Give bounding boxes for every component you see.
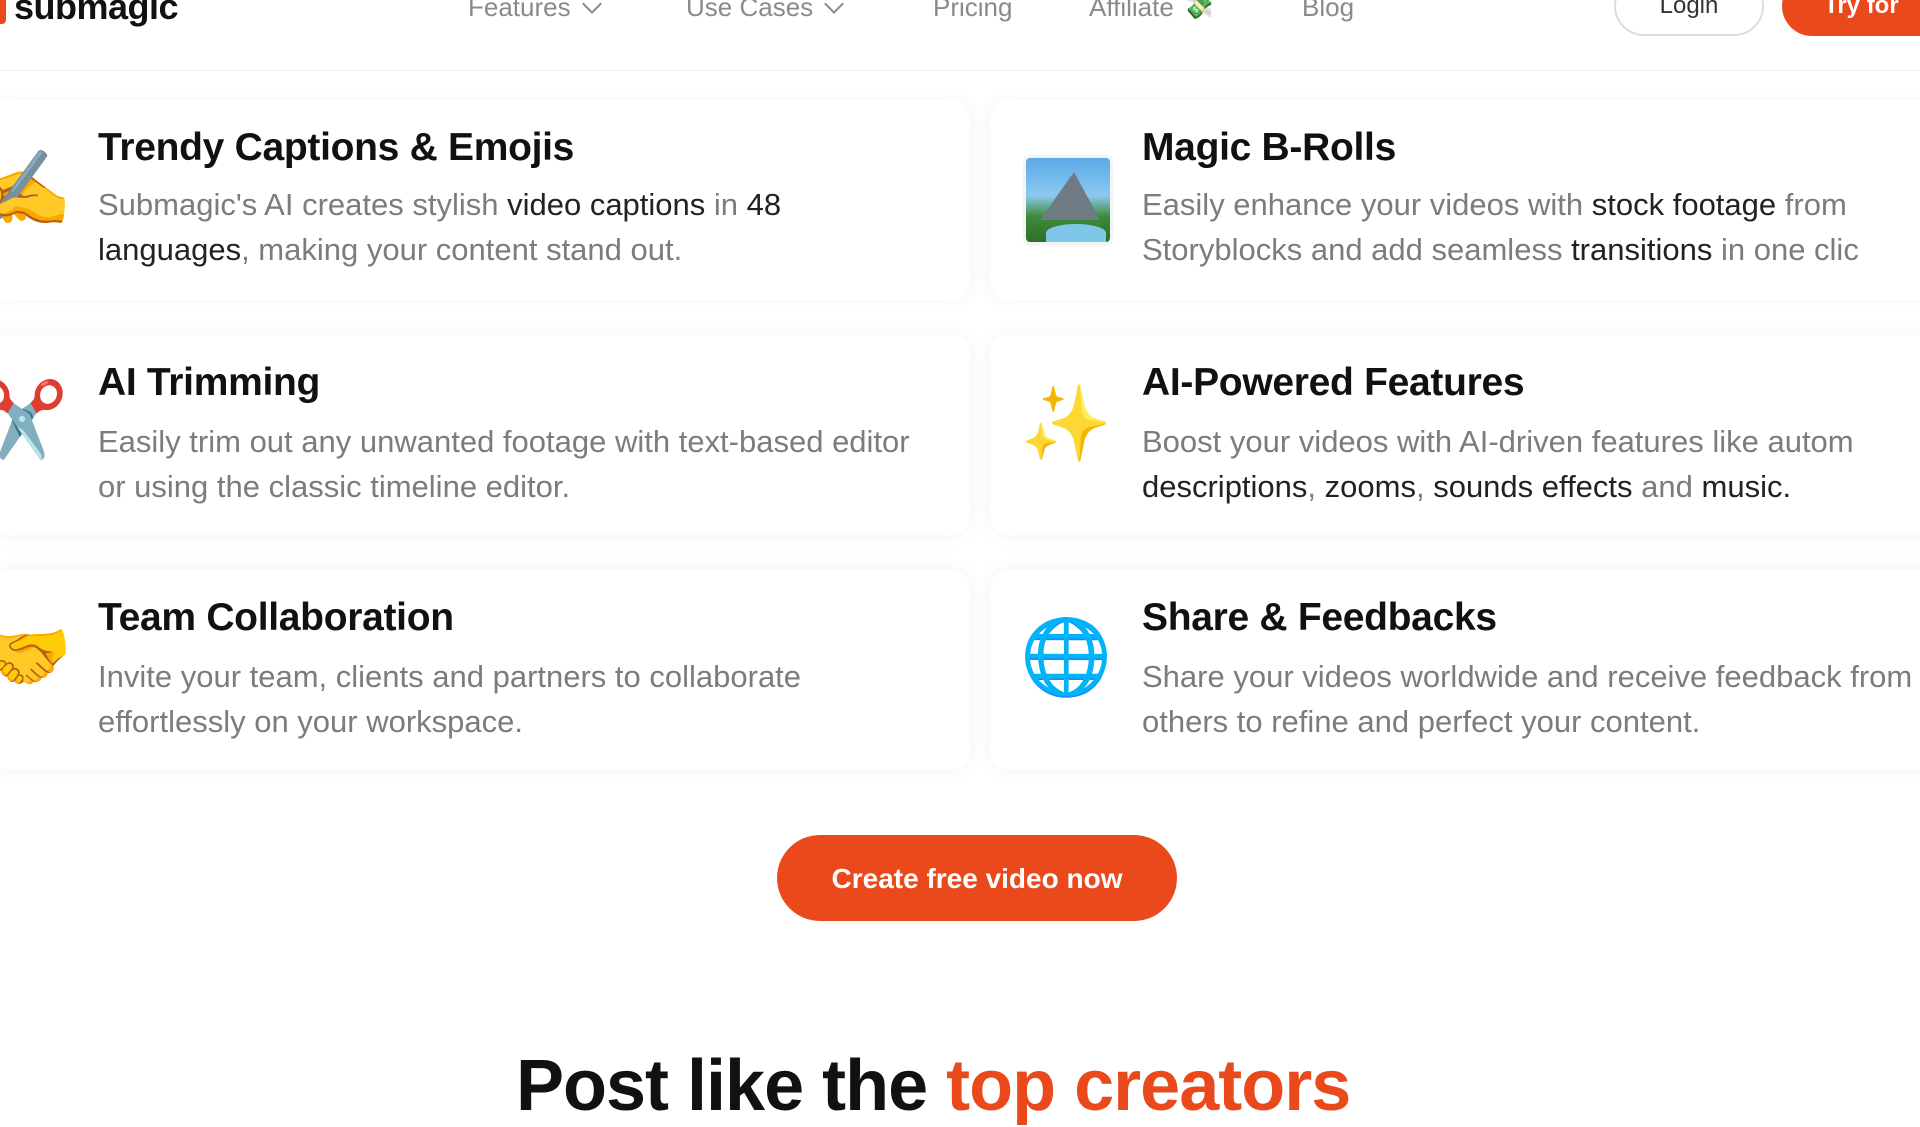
top-nav: submagic Features Use Cases Pricing Affi… <box>0 0 1920 71</box>
chevron-down-icon <box>581 0 602 14</box>
chevron-down-icon <box>824 0 845 14</box>
globe-icon: 🌐 <box>1020 615 1113 698</box>
section-heading-text: Post like the <box>516 1046 947 1126</box>
nav-features[interactable]: Features <box>468 0 602 23</box>
highlight-text: stock footage <box>1591 187 1777 222</box>
section-heading-accent: top creators <box>946 1046 1351 1126</box>
handshake-icon: 🤝 <box>0 615 73 698</box>
nav-use-cases-label: Use Cases <box>686 0 814 22</box>
section-heading: Post like the top creators <box>516 1045 1351 1127</box>
highlight-text: video captions <box>507 187 706 222</box>
nav-features-label: Features <box>468 0 571 22</box>
logo-mark <box>0 0 6 24</box>
feature-title: Team Collaboration <box>98 596 454 639</box>
nav-pricing-label: Pricing <box>933 0 1013 22</box>
highlight-text: descriptions <box>1142 469 1308 504</box>
description-text: Boost your videos with AI-driven feature… <box>1142 424 1854 459</box>
nav-pricing[interactable]: Pricing <box>933 0 1012 23</box>
highlight-text: transitions <box>1571 232 1713 267</box>
feature-title: AI Trimming <box>98 361 321 404</box>
feature-card-share: 🌐 Share & Feedbacks Share your videos wo… <box>990 570 1920 770</box>
feature-title: AI-Powered Features <box>1142 361 1525 404</box>
highlight-text: zooms <box>1324 469 1416 504</box>
nav-blog-label: Blog <box>1302 0 1355 22</box>
nav-affiliate-label: Affiliate <box>1089 0 1174 22</box>
create-free-video-button[interactable]: Create free video now <box>777 835 1177 921</box>
nav-affiliate[interactable]: Affiliate 💸 <box>1089 0 1214 23</box>
highlight-text: music. <box>1701 469 1792 504</box>
description-text: in <box>705 187 747 222</box>
money-icon: 💸 <box>1183 0 1214 21</box>
description-text: Easily enhance your videos with <box>1142 187 1592 222</box>
sparkles-icon: ✨ <box>1020 382 1113 465</box>
nav-use-cases[interactable]: Use Cases <box>686 0 845 23</box>
feature-card-brolls: Magic B-Rolls Easily enhance your videos… <box>990 100 1920 300</box>
feature-description: Invite your team, clients and partners t… <box>98 654 938 744</box>
feature-title: Magic B-Rolls <box>1142 126 1396 169</box>
description-text: Share your videos worldwide and receive … <box>1142 659 1913 739</box>
description-text: Invite your team, clients and partners t… <box>98 659 802 739</box>
description-text: , <box>1415 469 1434 504</box>
description-text: in one clic <box>1712 232 1859 267</box>
writing-hand-icon: ✍️ <box>0 147 73 230</box>
landscape-picture-icon <box>1026 158 1110 242</box>
description-text: Easily trim out any unwanted footage wit… <box>98 424 910 504</box>
try-free-button[interactable]: Try for <box>1782 0 1920 36</box>
feature-description: Easily enhance your videos with stock fo… <box>1142 182 1920 272</box>
highlight-text: sounds effects <box>1433 469 1633 504</box>
feature-title: Trendy Captions & Emojis <box>98 126 575 169</box>
login-button[interactable]: Login <box>1614 0 1764 36</box>
feature-description: Share your videos worldwide and receive … <box>1142 654 1920 744</box>
feature-card-captions: ✍️ Trendy Captions & Emojis Submagic's A… <box>0 100 970 300</box>
feature-title: Share & Feedbacks <box>1142 596 1497 639</box>
description-text: and <box>1632 469 1702 504</box>
feature-description: Submagic's AI creates stylish video capt… <box>98 182 868 272</box>
feature-card-ai-features: ✨ AI-Powered Features Boost your videos … <box>990 335 1920 535</box>
feature-description: Easily trim out any unwanted footage wit… <box>98 419 938 509</box>
logo[interactable]: submagic <box>14 0 179 28</box>
description-text: , <box>1307 469 1325 504</box>
description-text: Submagic's AI creates stylish <box>98 187 508 222</box>
description-text: , making your content stand out. <box>241 232 683 267</box>
feature-description: Boost your videos with AI-driven feature… <box>1142 419 1920 509</box>
nav-blog[interactable]: Blog <box>1302 0 1354 23</box>
feature-card-trimming: ✂️ AI Trimming Easily trim out any unwan… <box>0 335 970 535</box>
feature-card-collaboration: 🤝 Team Collaboration Invite your team, c… <box>0 570 970 770</box>
scissors-icon: ✂️ <box>0 378 69 461</box>
